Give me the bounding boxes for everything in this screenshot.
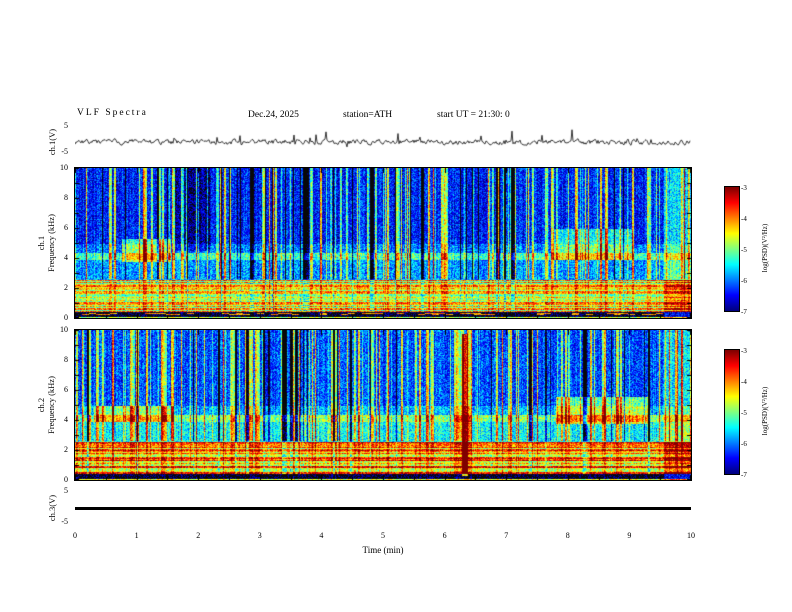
ch1-spec-axis-label-line1: ch.1 <box>36 235 46 251</box>
figure-title: VLF Spectra <box>77 108 148 118</box>
colorbar-ch1-ticks-item: -7 <box>741 308 747 316</box>
time-axis-ticks-item: 4 <box>319 531 324 540</box>
date-label: Dec.24, 2025 <box>248 110 299 120</box>
ch2-spectrogram-panel <box>74 329 692 481</box>
time-axis-ticks-item: 1 <box>134 531 139 540</box>
start-ut-label: start UT = 21:30: 0 <box>437 110 510 120</box>
ch2-spec-yticks-item: 8 <box>64 355 68 364</box>
ch1-wave-ytick-bottom: -5 <box>61 147 68 156</box>
colorbar-ch1-label: log(PSD)(V²/Hz) <box>761 223 769 273</box>
ch1-spectrogram-canvas <box>75 168 691 318</box>
colorbar-ch2 <box>724 349 740 475</box>
ch1-spec-yticks-item: 0 <box>64 313 68 322</box>
ch2-spec-yticks-item: 10 <box>60 325 68 334</box>
ch3-wave-ytick-bottom: -5 <box>61 517 68 526</box>
colorbar-ch1-ticks-item: -3 <box>741 184 747 192</box>
time-axis-ticks-item: 8 <box>565 531 570 540</box>
time-axis-ticks-item: 9 <box>627 531 632 540</box>
ch3-wave-ytick-top: 5 <box>64 486 68 495</box>
ch1-waveform-canvas <box>75 126 691 158</box>
ch1-spectrogram-panel <box>74 167 692 319</box>
time-axis-ticks-item: 0 <box>73 531 77 540</box>
vlf-spectra-figure: VLF Spectra Dec.24, 2025 station=ATH sta… <box>0 0 792 612</box>
time-axis-ticks-item: 6 <box>442 531 447 540</box>
time-axis-ticks-item: 5 <box>381 531 385 540</box>
ch1-spec-yticks-item: 8 <box>64 193 68 202</box>
colorbar-ch2-canvas <box>725 350 739 474</box>
station-label: station=ATH <box>343 110 393 120</box>
colorbar-ch2-ticks-item: -5 <box>741 409 747 417</box>
time-axis-ticks-item: 7 <box>504 531 509 540</box>
ch1-spec-yticks-item: 4 <box>64 253 68 262</box>
colorbar-ch1-ticks-item: -5 <box>741 246 747 254</box>
time-axis-ticks-item: 2 <box>196 531 201 540</box>
ch1-spec-yticks-item: 10 <box>60 163 68 172</box>
ch1-spec-yticks-item: 2 <box>64 283 68 292</box>
time-axis-ticks-item: 3 <box>257 531 262 540</box>
ch2-spec-yticks-item: 0 <box>64 475 68 484</box>
ch1-spec-yticks-item: 6 <box>64 223 68 232</box>
ch3-flatline-trace <box>75 507 691 510</box>
colorbar-ch2-ticks-item: -3 <box>741 347 747 355</box>
ch2-spec-yticks-item: 2 <box>64 445 68 454</box>
colorbar-ch2-ticks-item: -7 <box>741 471 747 479</box>
colorbar-ch1 <box>724 186 740 312</box>
colorbar-ch1-ticks-item: -6 <box>741 277 747 285</box>
colorbar-ch1-ticks-item: -4 <box>741 215 747 223</box>
ch2-spectrogram-canvas <box>75 330 691 480</box>
ch2-spec-yticks-item: 6 <box>64 385 68 394</box>
ch1-wave-ytick-top: 5 <box>64 121 68 130</box>
ch2-spec-axis-label-line1: ch.2 <box>36 397 46 413</box>
colorbar-ch2-ticks-item: -6 <box>741 440 747 448</box>
ch2-spec-yticks-item: 4 <box>64 415 68 424</box>
colorbar-ch1-canvas <box>725 187 739 311</box>
colorbar-ch2-label: log(PSD)(V²/Hz) <box>761 386 769 436</box>
colorbar-ch2-ticks-item: -4 <box>741 378 747 386</box>
time-axis-label: Time (min) <box>362 545 404 555</box>
time-axis-ticks-item: 10 <box>687 531 695 540</box>
